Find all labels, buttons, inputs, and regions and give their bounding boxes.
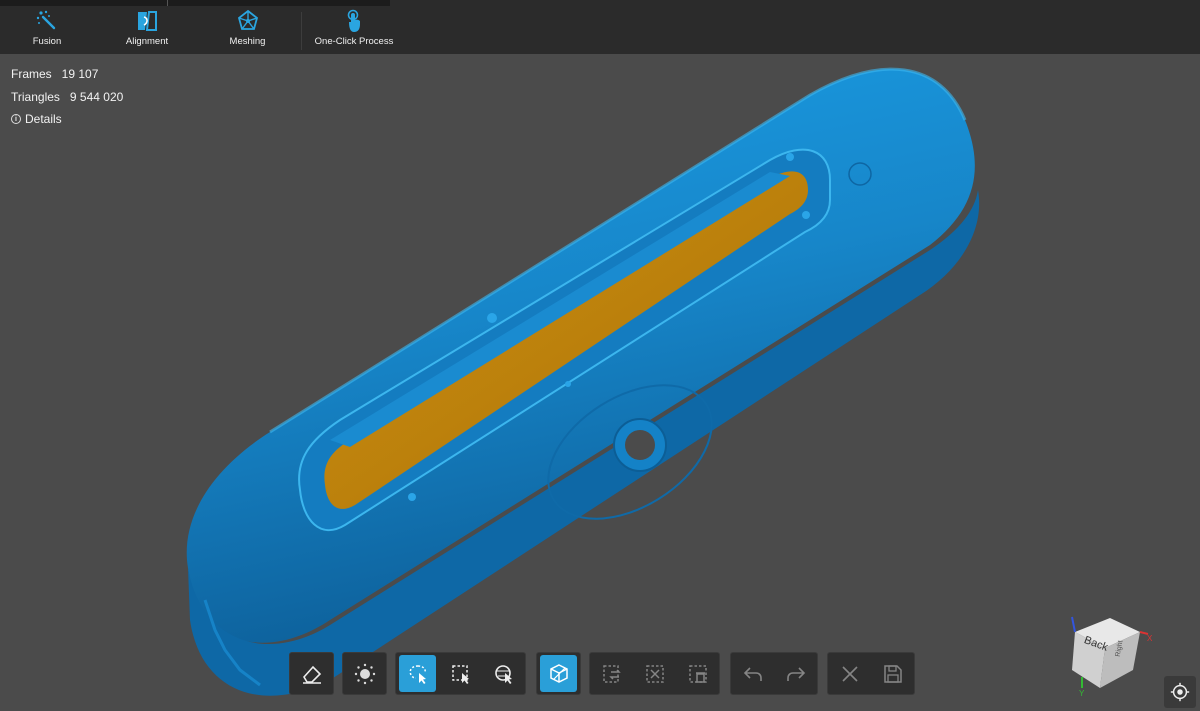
- undo-icon: [743, 666, 762, 681]
- triangles-label: Triangles: [11, 89, 60, 104]
- lighting-group: [342, 652, 387, 695]
- through-select-button[interactable]: [540, 655, 577, 692]
- meshing-button[interactable]: Meshing: [220, 8, 275, 52]
- invert-selection-button[interactable]: [590, 652, 633, 695]
- axis-y-label: Y: [1079, 689, 1085, 698]
- meshing-icon: [237, 9, 258, 30]
- redo-icon: [786, 666, 805, 681]
- sun-icon: [354, 663, 375, 684]
- toolbar-divider: [301, 12, 302, 50]
- scan-stats-panel: Frames 19 107 Triangles 9 544 020 i Deta…: [11, 63, 123, 131]
- save-button[interactable]: [871, 652, 914, 695]
- undo-button[interactable]: [731, 652, 774, 695]
- delete-selection-button[interactable]: [676, 652, 719, 695]
- lasso-select-button[interactable]: [399, 655, 436, 692]
- meshing-label: Meshing: [229, 36, 266, 47]
- fusion-label: Fusion: [32, 36, 62, 47]
- title-strip: [0, 0, 390, 6]
- confirm-group: [827, 652, 915, 695]
- top-toolbar: Fusion Alignment Meshing One-Click Proce…: [0, 0, 1200, 54]
- alignment-icon: [138, 11, 157, 31]
- details-link[interactable]: i Details: [11, 108, 123, 131]
- view-cube[interactable]: Back Right X Y: [1071, 616, 1153, 698]
- clear-selection-icon: [645, 664, 664, 683]
- history-group: [730, 652, 818, 695]
- selection-group: [395, 652, 526, 695]
- delete-selection-icon: [688, 664, 707, 683]
- alignment-button[interactable]: Alignment: [117, 8, 177, 52]
- triangles-row: Triangles 9 544 020: [11, 86, 123, 109]
- eraser-group: [289, 652, 334, 695]
- one-click-process-label: One-Click Process: [314, 36, 394, 47]
- frames-value: 19 107: [61, 67, 99, 82]
- close-icon: [841, 665, 858, 682]
- lighting-button[interactable]: [343, 652, 386, 695]
- 3d-viewport[interactable]: Back Right X Y: [0, 54, 1200, 711]
- invert-selection-icon: [602, 664, 621, 683]
- frames-row: Frames 19 107: [11, 63, 123, 86]
- fusion-button[interactable]: Fusion: [22, 8, 72, 52]
- view-mode-group: [536, 652, 581, 695]
- save-icon: [883, 664, 902, 683]
- surface-select-icon: [494, 664, 512, 684]
- redo-button[interactable]: [774, 652, 817, 695]
- rect-select-icon: [451, 664, 469, 684]
- fusion-icon: [36, 10, 56, 30]
- frames-label: Frames: [11, 67, 52, 82]
- selection-edit-group: [589, 652, 720, 695]
- details-label: Details: [25, 112, 62, 127]
- cancel-button[interactable]: [828, 652, 871, 695]
- eraser-icon: [302, 665, 321, 684]
- hand-pointer-icon: [347, 9, 360, 32]
- scanned-model[interactable]: [186, 67, 980, 696]
- triangles-value: 9 544 020: [69, 89, 124, 104]
- alignment-label: Alignment: [125, 36, 169, 47]
- surface-select-button[interactable]: [482, 652, 525, 695]
- rect-select-button[interactable]: [439, 652, 482, 695]
- recenter-view-button[interactable]: [1164, 676, 1196, 708]
- axis-x-label: X: [1147, 634, 1153, 643]
- info-icon: i: [11, 114, 21, 125]
- clear-selection-button[interactable]: [633, 652, 676, 695]
- target-icon: [1170, 682, 1190, 702]
- cube-select-icon: [549, 663, 568, 683]
- eraser-button[interactable]: [290, 652, 333, 695]
- lasso-select-icon: [409, 664, 426, 684]
- one-click-process-button[interactable]: One-Click Process: [312, 8, 396, 52]
